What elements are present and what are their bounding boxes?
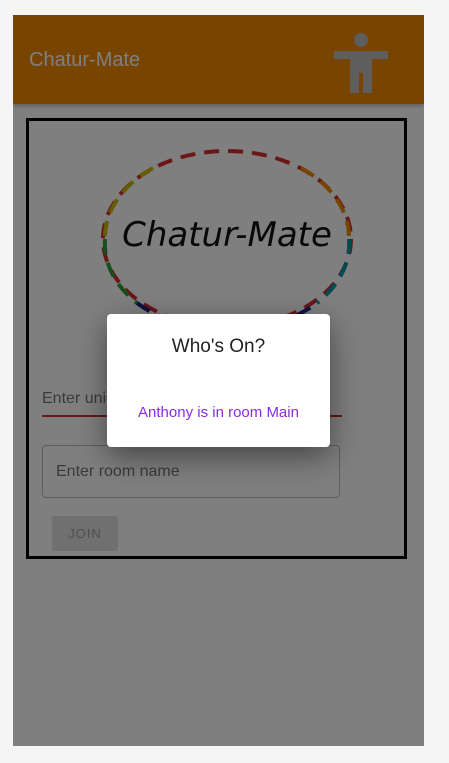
dialog-title: Who's On?	[171, 336, 266, 357]
whos-on-dialog: Who's On? Anthony is in room Main	[107, 314, 330, 447]
user-room-item[interactable]: Anthony is in room Main	[107, 404, 330, 421]
